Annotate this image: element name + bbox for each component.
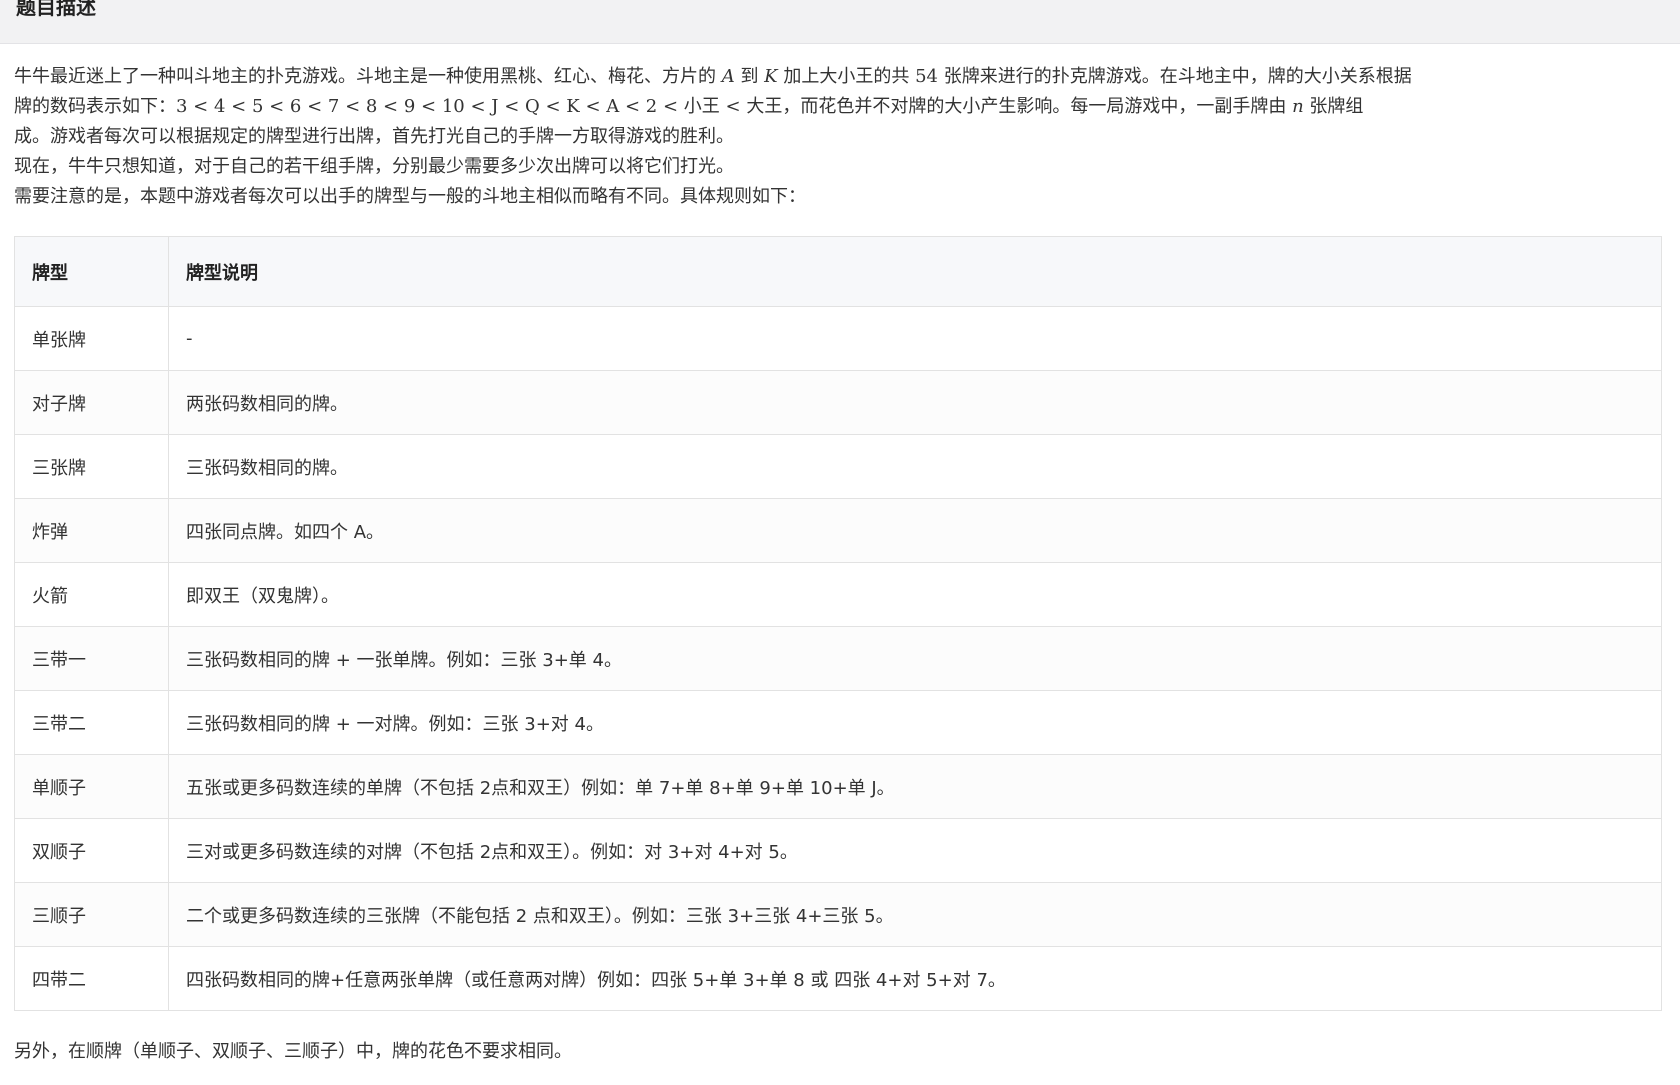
cell-desc: 即双王（双鬼牌）。 [168, 562, 1662, 627]
text-span: 大王，而花色并不对牌的大小产生影响。每一局游戏中，一副手牌由 [740, 96, 1293, 117]
table-row: 火箭 即双王（双鬼牌）。 [14, 562, 1662, 627]
math-n: n [1292, 96, 1304, 117]
table-row: 对子牌 两张码数相同的牌。 [14, 370, 1662, 435]
cell-desc: 二个或更多码数连续的三张牌（不能包括 2 点和双王）。例如：三张 3+三张 4+… [168, 882, 1662, 947]
footer-note: 另外，在顺牌（单顺子、双顺子、三顺子）中，牌的花色不要求相同。 [14, 1041, 572, 1062]
table-row: 三带一 三张码数相同的牌 + 一张单牌。例如：三张 3+单 4。 [14, 626, 1662, 691]
cell-desc: 五张或更多码数连续的单牌（不包括 2点和双王）例如：单 7+单 8+单 9+单 … [168, 754, 1662, 819]
cell-type: 三张牌 [14, 434, 169, 499]
section-header: 题目描述 [0, 0, 1680, 44]
cell-desc: 四张同点牌。如四个 A。 [168, 498, 1662, 563]
text-span: 到 [734, 66, 765, 87]
cell-type: 三带二 [14, 690, 169, 755]
cell-desc: 四张码数相同的牌+任意两张单牌（或任意两对牌）例如：四张 5+单 3+单 8 或… [168, 946, 1662, 1011]
table-row: 三顺子 二个或更多码数连续的三张牌（不能包括 2 点和双王）。例如：三张 3+三… [14, 882, 1662, 947]
table-header-row: 牌型 牌型说明 [14, 236, 1662, 307]
cell-type: 对子牌 [14, 370, 169, 435]
table-row: 三带二 三张码数相同的牌 + 一对牌。例如：三张 3+对 4。 [14, 690, 1662, 755]
header-card-type: 牌型 [14, 236, 169, 307]
math-less-than: < [725, 96, 741, 117]
cell-desc: - [168, 306, 1662, 371]
table-row: 单顺子 五张或更多码数连续的单牌（不包括 2点和双王）例如：单 7+单 8+单 … [14, 754, 1662, 819]
math-54: 54 [915, 66, 938, 87]
text-span: 张牌来进行的扑克牌游戏。在斗地主中，牌的大小关系根据 [937, 66, 1412, 87]
cell-type: 火箭 [14, 562, 169, 627]
cell-type: 炸弹 [14, 498, 169, 563]
text-span: 加上大小王的共 [777, 66, 916, 87]
cell-type: 四带二 [14, 946, 169, 1011]
description-paragraph-3: 需要注意的是，本题中游戏者每次可以出手的牌型与一般的斗地主相似而略有不同。具体规… [14, 186, 806, 207]
cell-desc: 三张码数相同的牌 + 一对牌。例如：三张 3+对 4。 [168, 690, 1662, 755]
table-row: 双顺子 三对或更多码数连续的对牌（不包括 2点和双王）。例如：对 3+对 4+对… [14, 818, 1662, 883]
description-line-2: 牌的数码表示如下：3 < 4 < 5 < 6 < 7 < 8 < 9 < 10 … [14, 92, 1664, 122]
text-span: 牌的数码表示如下： [14, 96, 176, 117]
cell-type: 三带一 [14, 626, 169, 691]
table-row: 三张牌 三张码数相同的牌。 [14, 434, 1662, 499]
cell-type: 三顺子 [14, 882, 169, 947]
description-paragraph-2: 现在，牛牛只想知道，对于自己的若干组手牌，分别最少需要多少次出牌可以将它们打光。 [14, 156, 734, 177]
section-title: 题目描述 [16, 0, 96, 19]
cell-desc: 三张码数相同的牌。 [168, 434, 1662, 499]
math-card-order: 3 < 4 < 5 < 6 < 7 < 8 < 9 < 10 < J < Q <… [176, 96, 679, 117]
cell-desc: 三对或更多码数连续的对牌（不包括 2点和双王）。例如：对 3+对 4+对 5。 [168, 818, 1662, 883]
cell-desc: 三张码数相同的牌 + 一张单牌。例如：三张 3+单 4。 [168, 626, 1662, 691]
table-row: 单张牌 - [14, 306, 1662, 371]
math-a: A [721, 66, 735, 87]
header-card-description: 牌型说明 [168, 236, 1662, 307]
math-k: K [764, 66, 778, 87]
cell-type: 单张牌 [14, 306, 169, 371]
cell-type: 双顺子 [14, 818, 169, 883]
text-span: 小王 [678, 96, 726, 117]
problem-description: 牛牛最近迷上了一种叫斗地主的扑克游戏。斗地主是一种使用黑桃、红心、梅花、方片的 … [14, 62, 1664, 212]
cell-type: 单顺子 [14, 754, 169, 819]
table-row: 炸弹 四张同点牌。如四个 A。 [14, 498, 1662, 563]
text-span: 张牌组 [1303, 96, 1364, 117]
text-span: 牛牛最近迷上了一种叫斗地主的扑克游戏。斗地主是一种使用黑桃、红心、梅花、方片的 [14, 66, 722, 87]
description-line-1: 牛牛最近迷上了一种叫斗地主的扑克游戏。斗地主是一种使用黑桃、红心、梅花、方片的 … [14, 62, 1664, 92]
description-line-3: 成。游戏者每次可以根据规定的牌型进行出牌，首先打光自己的手牌一方取得游戏的胜利。 [14, 126, 734, 147]
card-type-table: 牌型 牌型说明 单张牌 - 对子牌 两张码数相同的牌。 三张牌 三张码数相同的牌… [14, 236, 1662, 1011]
cell-desc: 两张码数相同的牌。 [168, 370, 1662, 435]
table-row: 四带二 四张码数相同的牌+任意两张单牌（或任意两对牌）例如：四张 5+单 3+单… [14, 946, 1662, 1011]
